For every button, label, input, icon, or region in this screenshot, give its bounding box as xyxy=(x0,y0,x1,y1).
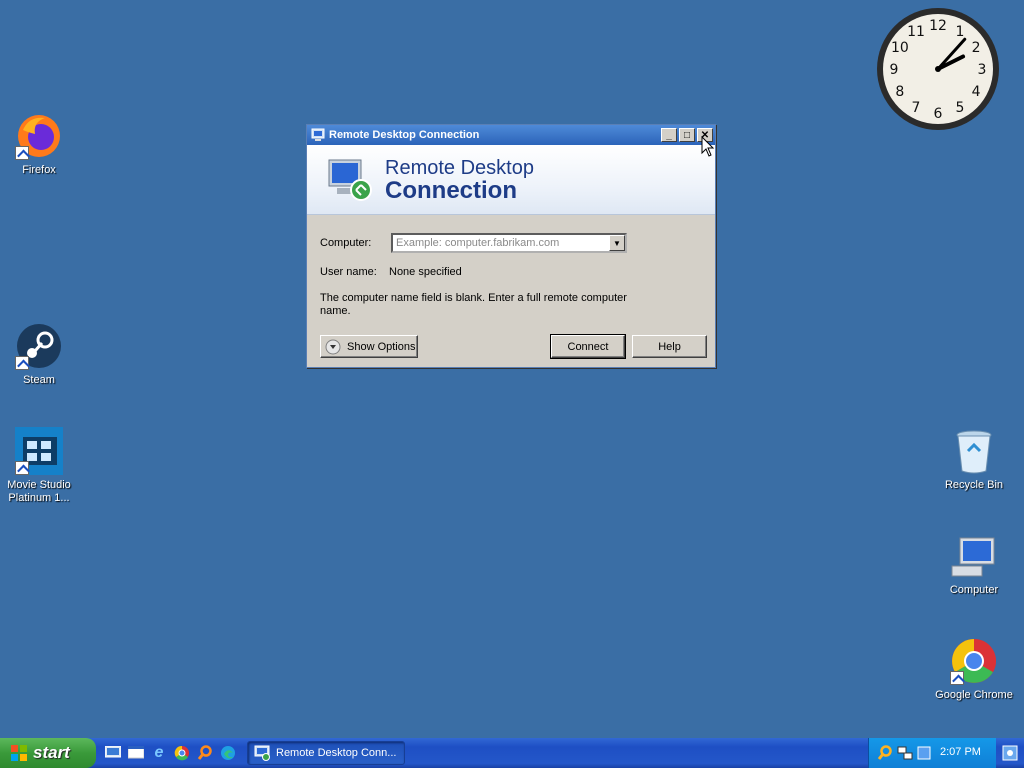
chrome-small-icon xyxy=(174,745,189,761)
taskbar-clock[interactable]: 2:07 PM xyxy=(940,746,981,758)
remote-desktop-dialog: Remote Desktop Connection _ □ ✕ Remote D… xyxy=(306,124,716,368)
network-icon[interactable] xyxy=(897,745,913,761)
computer-combobox[interactable]: ▼ xyxy=(391,233,627,253)
window-icon xyxy=(128,746,144,759)
validation-message: The computer name field is blank. Enter … xyxy=(320,292,627,317)
show-desktop-button[interactable] xyxy=(1000,742,1020,764)
computer-label: Computer: xyxy=(320,237,372,249)
desktop-icon xyxy=(105,746,121,758)
clock-face: 12 12 3 45678 9 1011 xyxy=(877,8,999,130)
clock-numeral: 1 xyxy=(956,24,965,40)
help-button[interactable]: Help xyxy=(632,335,707,358)
connect-button[interactable]: Connect xyxy=(550,334,626,359)
start-label: start xyxy=(33,743,70,762)
desktop-icon-computer[interactable]: Computer xyxy=(935,532,1013,597)
rdc-icon xyxy=(311,128,325,141)
dialog-title: Remote Desktop Connection xyxy=(329,129,480,141)
show-options-label: Show Options xyxy=(347,340,416,353)
username-label: User name: xyxy=(320,266,377,278)
search-icon xyxy=(197,745,212,760)
search-tray-icon[interactable] xyxy=(877,745,893,761)
help-label: Help xyxy=(658,340,681,353)
steam-icon xyxy=(15,322,63,370)
taskbar: start e Remote Desktop Conn... 2:07 PM xyxy=(0,738,1024,768)
clock-numeral: 8 xyxy=(895,84,904,100)
show-desktop-icon xyxy=(1002,745,1018,761)
recycle-bin-icon xyxy=(950,427,998,475)
dropdown-button[interactable]: ▼ xyxy=(609,235,625,251)
clock-numeral: 5 xyxy=(956,100,965,116)
maximize-button[interactable]: □ xyxy=(679,128,695,142)
mouse-cursor-icon xyxy=(701,136,715,157)
clock-gadget: 12 1 2 3 4 5 6 7 8 9 10 11 xyxy=(876,7,1000,131)
computer-icon xyxy=(950,532,998,580)
clock-numeral: 11 xyxy=(907,24,925,40)
display-icon[interactable] xyxy=(917,746,931,760)
maximize-icon: □ xyxy=(683,129,691,141)
desktop-icon-label: Recycle Bin xyxy=(944,479,1004,491)
desktop-icon-steam[interactable]: Steam xyxy=(0,322,78,387)
desktop-icon-firefox[interactable]: Firefox xyxy=(0,112,78,177)
edge-icon xyxy=(221,746,235,760)
remote-desktop-monitor-icon xyxy=(328,159,372,201)
clock-numeral: 6 xyxy=(934,106,943,122)
taskbar-item-remote-desktop[interactable]: Remote Desktop Conn... xyxy=(247,741,405,765)
desktop-icon-recycle-bin[interactable]: Recycle Bin xyxy=(935,427,1013,492)
banner-line2: Connection xyxy=(385,176,517,204)
film-icon xyxy=(15,427,63,475)
clock-numeral: 2 xyxy=(972,40,981,56)
clock-numeral: 3 xyxy=(978,62,987,78)
clock-numeral: 9 xyxy=(890,62,899,78)
banner-line1: Remote Desktop xyxy=(385,156,534,179)
show-options-button[interactable]: Show Options xyxy=(320,335,418,358)
quicklaunch-window[interactable] xyxy=(127,744,145,762)
desktop-icon-label: Computer xyxy=(949,584,999,596)
computer-input[interactable] xyxy=(393,237,609,249)
expand-circle-icon xyxy=(325,339,341,354)
quick-launch: e xyxy=(104,744,237,762)
minimize-button[interactable]: _ xyxy=(661,128,677,142)
quicklaunch-chrome[interactable] xyxy=(173,744,191,762)
username-value: None specified xyxy=(389,266,462,278)
desktop-icon-label: Google Chrome xyxy=(935,689,1013,701)
clock-numeral: 12 xyxy=(929,18,947,34)
chrome-icon xyxy=(950,637,998,685)
chevron-down-icon: ▼ xyxy=(613,238,621,248)
quicklaunch-ie[interactable]: e xyxy=(150,744,168,762)
taskbar-item-label: Remote Desktop Conn... xyxy=(276,747,397,759)
quicklaunch-edge[interactable] xyxy=(219,744,237,762)
quicklaunch-desktop[interactable] xyxy=(104,744,122,762)
clock-numeral: 7 xyxy=(912,100,921,116)
dialog-banner: Remote Desktop Connection xyxy=(307,145,715,215)
clock-numeral: 10 xyxy=(891,40,909,56)
internet-explorer-icon: e xyxy=(154,744,164,761)
desktop-icon-movie-studio[interactable]: Movie Studio Platinum 1... xyxy=(0,427,78,505)
rdc-taskbar-icon xyxy=(254,745,270,761)
desktop-icon-label: Steam xyxy=(23,374,55,386)
desktop-icon-chrome[interactable]: Google Chrome xyxy=(935,637,1013,702)
dialog-titlebar[interactable]: Remote Desktop Connection _ □ ✕ xyxy=(307,125,715,145)
minimize-icon: _ xyxy=(666,129,672,141)
clock-numeral: 4 xyxy=(972,84,981,100)
connect-label: Connect xyxy=(567,340,609,353)
windows-logo-icon xyxy=(11,745,27,761)
start-button[interactable]: start xyxy=(0,738,96,768)
desktop-icon-label: Firefox xyxy=(22,164,56,176)
quicklaunch-search[interactable] xyxy=(196,744,214,762)
firefox-icon xyxy=(15,112,63,160)
desktop-icon-label: Movie Studio Platinum 1... xyxy=(7,479,71,504)
